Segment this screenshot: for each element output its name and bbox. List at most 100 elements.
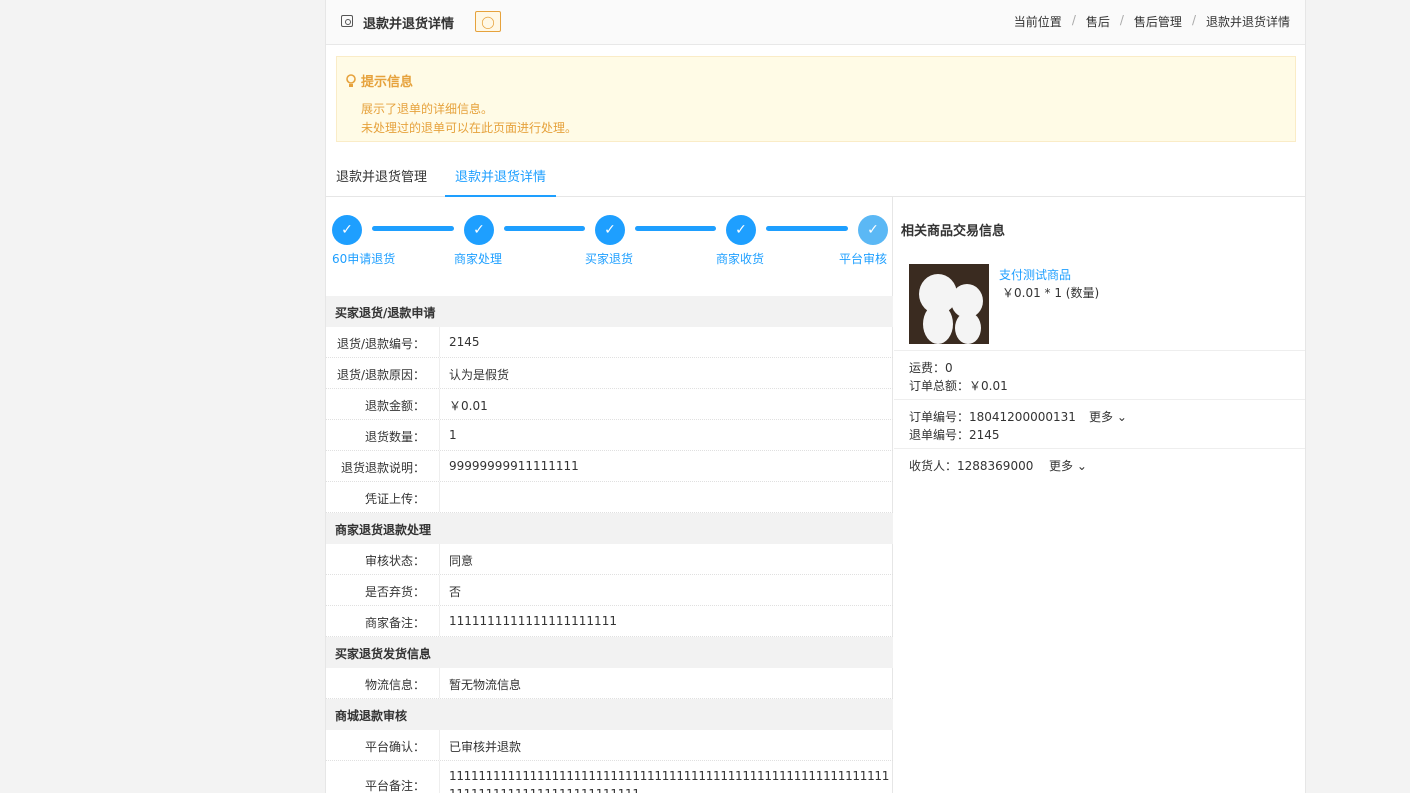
step-label: 平台审核 [839, 252, 888, 266]
breadcrumb-detail: 退款并退货详情 [1205, 15, 1290, 29]
section-buyer-apply: 买家退货/退款申请 [326, 296, 893, 327]
row-value: 否 [449, 585, 462, 599]
notice-line-2: 未处理过的退单可以在此页面进行处理。 [361, 121, 578, 135]
table-row: 物流信息： 暂无物流信息 [326, 668, 893, 699]
divider [894, 350, 1305, 351]
section-buyer-shipping: 买家退货发货信息 [326, 637, 893, 668]
breadcrumb-aftersale[interactable]: 售后 [1086, 13, 1110, 30]
notice-box: 提示信息 展示了退单的详细信息。 未处理过的退单可以在此页面进行处理。 [336, 56, 1296, 142]
row-value: 暂无物流信息 [449, 678, 522, 692]
row-label: 物流信息： [326, 668, 440, 698]
step-label: 60申请退货 [332, 252, 396, 266]
tab-bar: 退款并退货管理 退款并退货详情 [326, 158, 1305, 197]
bulb-icon: ◯ [481, 14, 495, 29]
page-icon [341, 15, 353, 27]
order-number: 订单编号：18041200000131 [909, 410, 1076, 424]
row-value-continued: 11111111111111111111111111 [449, 787, 640, 793]
table-row: 退款金额： ￥0.01 [326, 389, 893, 420]
dog-body [923, 304, 953, 344]
breadcrumb: 当前位置 / 售后 / 售后管理 / 退款并退货详情 [1014, 13, 1290, 30]
table-row: 是否弃货： 否 [326, 575, 893, 606]
page-title: 退款并退货详情 [363, 17, 455, 32]
row-label: 平台确认： [326, 730, 440, 760]
row-value: 99999999911111111 [449, 459, 579, 473]
table-row: 商家备注： 1111111111111111111111 [326, 606, 893, 637]
step-check-icon: ✓ [726, 215, 756, 245]
more-label: 更多 [1049, 459, 1074, 473]
dog-body [955, 312, 981, 344]
row-value: 1 [449, 428, 457, 442]
row-value: 1111111111111111111111111111111111111111… [449, 769, 890, 783]
row-label: 商家备注： [326, 606, 440, 636]
breadcrumb-separator: / [1071, 13, 1076, 27]
table-row: 平台确认： 已审核并退款 [326, 730, 893, 761]
row-value: 2145 [449, 335, 480, 349]
row-value: 1111111111111111111111 [449, 614, 617, 628]
step-connector [766, 226, 848, 231]
row-label: 退货/退款编号： [326, 327, 440, 357]
row-label: 审核状态： [326, 544, 440, 574]
table-row: 退货/退款编号： 2145 [326, 327, 893, 358]
step-label: 买家退货 [585, 252, 634, 266]
row-label: 退货/退款原因： [326, 358, 440, 388]
row-label: 退货数量： [326, 420, 440, 450]
step-check-icon: ✓ [332, 215, 362, 245]
chevron-down-icon: ⌄ [1113, 410, 1127, 424]
consignee-more-button[interactable]: 更多 ⌄ [1049, 457, 1087, 474]
table-row: 退货/退款原因： 认为是假货 [326, 358, 893, 389]
more-label: 更多 [1089, 410, 1114, 424]
table-row: 退货退款说明： 99999999911111111 [326, 451, 893, 482]
table-row: 审核状态： 同意 [326, 544, 893, 575]
product-image[interactable] [909, 264, 989, 344]
order-total: 订单总额：￥0.01 [909, 379, 1008, 393]
notice-line-1: 展示了退单的详细信息。 [361, 102, 494, 116]
breadcrumb-aftersale-manage[interactable]: 售后管理 [1134, 13, 1182, 30]
table-row: 退货数量： 1 [326, 420, 893, 451]
shipping-fee: 运费：0 [909, 361, 953, 375]
divider [894, 448, 1305, 449]
refund-detail-panel: ✓ ✓ ✓ ✓ ✓ 60申请退货 商家处理 买家退货 商家收货 平台审核 买家退… [326, 197, 893, 793]
progress-steps: ✓ ✓ ✓ ✓ ✓ 60申请退货 商家处理 买家退货 商家收货 平台审核 [326, 197, 893, 295]
step-label: 商家收货 [716, 252, 765, 266]
step-label: 商家处理 [454, 252, 503, 266]
breadcrumb-current: 当前位置 [1013, 15, 1062, 29]
step-connector [504, 226, 585, 231]
divider [894, 399, 1305, 400]
tip-bulb-button[interactable]: ◯ [475, 11, 501, 32]
step-connector [635, 226, 716, 231]
consignee: 收货人：1288369000 [909, 459, 1034, 473]
notice-title-text: 提示信息 [361, 75, 414, 90]
section-platform-review: 商城退款审核 [326, 699, 893, 730]
row-label: 退货退款说明： [326, 451, 440, 481]
top-bar: 退款并退货详情 ◯ 当前位置 / 售后 / 售后管理 / 退款并退货详情 [326, 0, 1305, 45]
table-row: 平台备注： 1111111111111111111111111111111111… [326, 761, 893, 793]
row-value: ￥0.01 [449, 399, 488, 413]
row-label: 退款金额： [326, 389, 440, 419]
section-merchant-process: 商家退货退款处理 [326, 513, 893, 544]
bulb-icon [346, 73, 356, 87]
chevron-down-icon: ⌄ [1073, 459, 1087, 473]
breadcrumb-separator: / [1119, 13, 1124, 27]
product-name-link[interactable]: 支付测试商品 [999, 266, 1071, 283]
step-check-icon: ✓ [858, 215, 888, 245]
row-label: 平台备注： [326, 761, 440, 793]
step-check-icon: ✓ [464, 215, 494, 245]
row-value: 认为是假货 [449, 368, 510, 382]
row-value: 已审核并退款 [449, 740, 522, 754]
step-check-icon: ✓ [595, 215, 625, 245]
tab-refund-detail[interactable]: 退款并退货详情 [445, 166, 557, 197]
row-label: 凭证上传： [326, 482, 440, 512]
tab-refund-manage[interactable]: 退款并退货管理 [336, 166, 427, 197]
order-more-button[interactable]: 更多 ⌄ [1089, 408, 1127, 425]
notice-title: 提示信息 [345, 71, 413, 90]
side-title: 相关商品交易信息 [901, 224, 1006, 239]
table-row: 凭证上传： [326, 482, 893, 513]
row-value: 同意 [449, 554, 474, 568]
row-label: 是否弃货： [326, 575, 440, 605]
related-trade-panel: 相关商品交易信息 支付测试商品 ￥0.01 * 1 (数量) 运费：0 订单总额… [894, 197, 1305, 793]
step-connector [372, 226, 454, 231]
refund-number: 退单编号：2145 [909, 428, 1000, 442]
product-price: ￥0.01 * 1 (数量) [1002, 286, 1100, 300]
breadcrumb-separator: / [1191, 13, 1196, 27]
page-container: 退款并退货详情 ◯ 当前位置 / 售后 / 售后管理 / 退款并退货详情 提示信… [325, 0, 1306, 793]
